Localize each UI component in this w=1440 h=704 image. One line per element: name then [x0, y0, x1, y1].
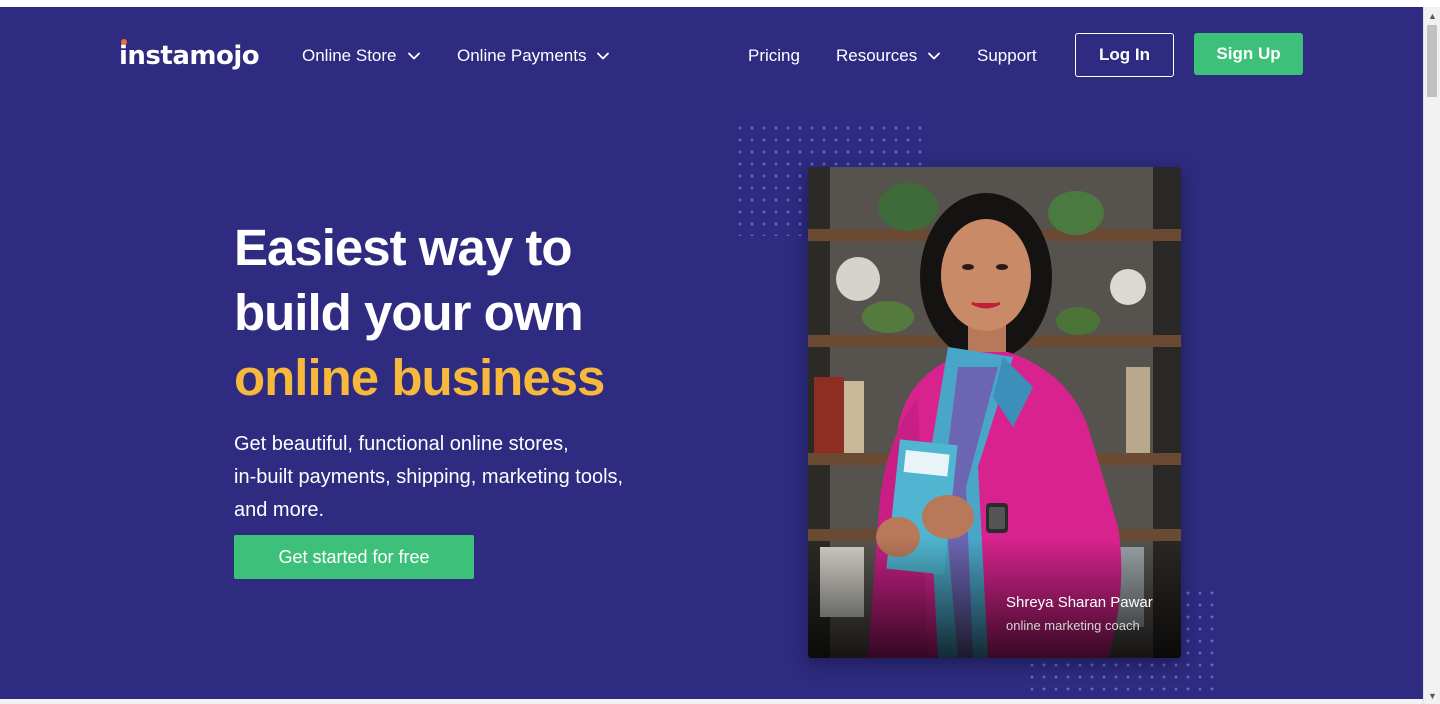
instamojo-logo[interactable]: instamojo [119, 35, 260, 71]
nav-pricing-label: Pricing [748, 46, 800, 65]
hero-subtitle-line-1: Get beautiful, functional online stores, [234, 433, 569, 455]
chevron-down-icon [595, 48, 611, 64]
nav-online-payments-label: Online Payments [457, 46, 587, 65]
logo-text: instamojo [119, 41, 260, 71]
nav-support-label: Support [977, 46, 1037, 65]
hero-subtitle-line-2: in-built payments, shipping, marketing t… [234, 466, 624, 488]
nav-online-payments[interactable]: Online Payments [457, 45, 611, 67]
chevron-down-icon [926, 48, 942, 64]
scroll-up-arrow-icon[interactable]: ▲ [1424, 7, 1440, 24]
testimonial-role: online marketing coach [1006, 618, 1140, 633]
scroll-down-arrow-icon[interactable]: ▼ [1424, 687, 1440, 704]
nav-online-store[interactable]: Online Store [302, 45, 422, 67]
vertical-scrollbar[interactable]: ▲ ▼ [1423, 7, 1440, 704]
chevron-down-icon [406, 48, 422, 64]
hero-subtitle-line-3: and more. [234, 499, 325, 521]
hero-subtitle: Get beautiful, functional online stores,… [234, 428, 654, 527]
hero-section: instamojo Online Store Online Payments P… [0, 7, 1423, 699]
hero-heading-accent: online business [234, 349, 605, 406]
login-button[interactable]: Log In [1075, 33, 1174, 77]
scrollbar-thumb[interactable] [1427, 25, 1437, 97]
hero-heading-line-1: Easiest way to [234, 219, 573, 276]
get-started-button[interactable]: Get started for free [234, 535, 474, 579]
page-bottom-strip [0, 699, 1423, 704]
hero-heading: Easiest way to build your own online bus… [234, 215, 694, 410]
signup-button[interactable]: Sign Up [1194, 33, 1303, 75]
nav-resources-label: Resources [836, 46, 918, 65]
nav-pricing[interactable]: Pricing [748, 45, 800, 67]
hero-heading-line-2: build your own [234, 284, 584, 341]
page-top-border [0, 0, 1440, 7]
logo-dot [121, 39, 127, 45]
nav-resources[interactable]: Resources [836, 45, 942, 67]
testimonial-name: Shreya Sharan Pawar [1006, 594, 1153, 611]
testimonial-photo-card: Shreya Sharan Pawar online marketing coa… [808, 167, 1181, 658]
nav-online-store-label: Online Store [302, 46, 397, 65]
nav-support[interactable]: Support [977, 45, 1037, 67]
